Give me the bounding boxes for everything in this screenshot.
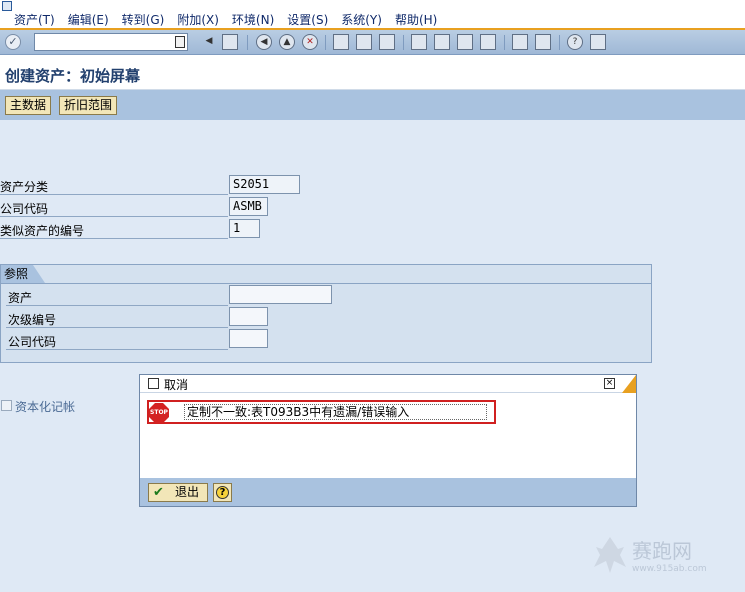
prev-page-icon[interactable] bbox=[434, 34, 450, 50]
reference-company-code-label: 公司代码 bbox=[8, 335, 57, 349]
exit-button[interactable]: ✔ 退出 bbox=[148, 483, 208, 502]
back-nav-icon[interactable]: ◀ bbox=[256, 34, 272, 50]
shortcut-icon[interactable] bbox=[535, 34, 551, 50]
reference-group-title: 参照 bbox=[1, 265, 45, 283]
exit-icon[interactable]: ▲ bbox=[279, 34, 295, 50]
asset-class-label: 资产分类 bbox=[0, 180, 49, 194]
cancel-icon[interactable]: ✕ bbox=[302, 34, 318, 50]
app-menu-icon[interactable] bbox=[2, 1, 12, 11]
menu-edit[interactable]: 编辑(E) bbox=[68, 11, 109, 28]
page-title: 创建资产：初始屏幕 bbox=[5, 67, 141, 85]
menu-system[interactable]: 系统(Y) bbox=[341, 11, 382, 28]
command-field[interactable] bbox=[34, 33, 188, 51]
back-icon[interactable]: ◀ bbox=[201, 34, 217, 50]
first-page-icon[interactable] bbox=[411, 34, 427, 50]
reference-asset-label: 资产 bbox=[8, 291, 33, 305]
dialog-icon bbox=[148, 378, 159, 389]
menu-environment[interactable]: 环境(N) bbox=[232, 11, 274, 28]
master-data-button[interactable]: 主数据 bbox=[5, 96, 52, 115]
sap-window: 资产(T) 编辑(E) 转到(G) 附加(X) 环境(N) 设置(S) 系统(Y… bbox=[0, 0, 745, 592]
application-toolbar: 主数据 折旧范围 bbox=[0, 90, 745, 120]
error-message: 定制不一致:表T093B3中有遗漏/错误输入 bbox=[184, 404, 487, 420]
enter-icon[interactable]: ✓ bbox=[5, 34, 21, 50]
group-divider bbox=[1, 283, 651, 284]
help-icon[interactable]: ? bbox=[567, 34, 583, 50]
watermark-text: 赛跑网 bbox=[632, 539, 692, 563]
find-next-icon[interactable] bbox=[379, 34, 395, 50]
toolbar-separator bbox=[247, 35, 248, 50]
reference-asset-field[interactable] bbox=[229, 285, 332, 304]
similar-assets-field[interactable]: 1 bbox=[229, 219, 260, 238]
close-icon[interactable]: × bbox=[604, 378, 615, 389]
menu-list: 资产(T) 编辑(E) 转到(G) 附加(X) 环境(N) 设置(S) 系统(Y… bbox=[14, 11, 450, 28]
label-underline bbox=[6, 305, 228, 306]
watermark-url: www.915ab.com bbox=[632, 564, 707, 574]
menu-help[interactable]: 帮助(H) bbox=[395, 11, 437, 28]
company-code-label: 公司代码 bbox=[0, 202, 49, 216]
company-code-field[interactable]: ASMB bbox=[229, 197, 268, 216]
label-underline bbox=[0, 216, 228, 217]
watermark: 赛跑网 www.915ab.com bbox=[592, 533, 745, 592]
depreciation-area-button[interactable]: 折旧范围 bbox=[59, 96, 118, 115]
reference-company-code-field[interactable] bbox=[229, 329, 268, 348]
next-page-icon[interactable] bbox=[457, 34, 473, 50]
help-icon: ? bbox=[216, 486, 229, 499]
post-capitalization-checkbox[interactable] bbox=[1, 400, 12, 411]
dialog-title: 取消 bbox=[164, 378, 189, 392]
toolbar-separator bbox=[504, 35, 505, 50]
toolbar-separator bbox=[325, 35, 326, 50]
menu-bar: 资产(T) 编辑(E) 转到(G) 附加(X) 环境(N) 设置(S) 系统(Y… bbox=[0, 0, 745, 30]
asset-class-field[interactable]: S2051 bbox=[229, 175, 300, 194]
label-underline bbox=[6, 327, 228, 328]
dialog-body: STOP 定制不一致:表T093B3中有遗漏/错误输入 bbox=[140, 394, 636, 478]
history-icon[interactable] bbox=[175, 36, 185, 48]
menu-goto[interactable]: 转到(G) bbox=[122, 11, 165, 28]
menu-settings[interactable]: 设置(S) bbox=[287, 11, 328, 28]
subnumber-label: 次级编号 bbox=[8, 313, 57, 327]
new-session-icon[interactable] bbox=[512, 34, 528, 50]
subnumber-field[interactable] bbox=[229, 307, 268, 326]
dialog-title-bar: 取消 × bbox=[140, 375, 636, 393]
last-page-icon[interactable] bbox=[480, 34, 496, 50]
dialog-help-button[interactable]: ? bbox=[213, 483, 232, 502]
layout-icon[interactable] bbox=[590, 34, 606, 50]
menu-extras[interactable]: 附加(X) bbox=[177, 11, 219, 28]
error-dialog: 取消 × STOP 定制不一致:表T093B3中有遗漏/错误输入 ✔ 退出 ? bbox=[139, 374, 637, 507]
print-icon[interactable] bbox=[333, 34, 349, 50]
reference-group: 参照 资产 次级编号 公司代码 bbox=[0, 264, 652, 363]
label-underline bbox=[0, 194, 228, 195]
main-area: 资产分类 S2051 公司代码 ASMB 类似资产的编号 1 参照 资产 次级编… bbox=[0, 120, 745, 592]
dialog-footer: ✔ 退出 ? bbox=[140, 478, 636, 506]
dialog-corner-decoration bbox=[622, 375, 636, 393]
label-underline bbox=[0, 238, 228, 239]
toolbar-separator bbox=[403, 35, 404, 50]
exit-button-label: 退出 bbox=[175, 485, 200, 499]
stop-icon: STOP bbox=[149, 403, 169, 423]
toolbar-separator bbox=[559, 35, 560, 50]
save-icon[interactable] bbox=[222, 34, 238, 50]
system-toolbar: ✓ ◀ ◀ ▲ ✕ ? bbox=[0, 30, 745, 55]
title-bar: 创建资产：初始屏幕 bbox=[0, 56, 745, 90]
check-icon: ✔ bbox=[153, 485, 164, 500]
watermark-logo-icon bbox=[594, 537, 626, 573]
find-icon[interactable] bbox=[356, 34, 372, 50]
similar-assets-label: 类似资产的编号 bbox=[0, 224, 85, 238]
post-capitalization-label: 资本化记帐 bbox=[15, 400, 76, 414]
menu-asset[interactable]: 资产(T) bbox=[14, 11, 55, 28]
label-underline bbox=[6, 349, 228, 350]
